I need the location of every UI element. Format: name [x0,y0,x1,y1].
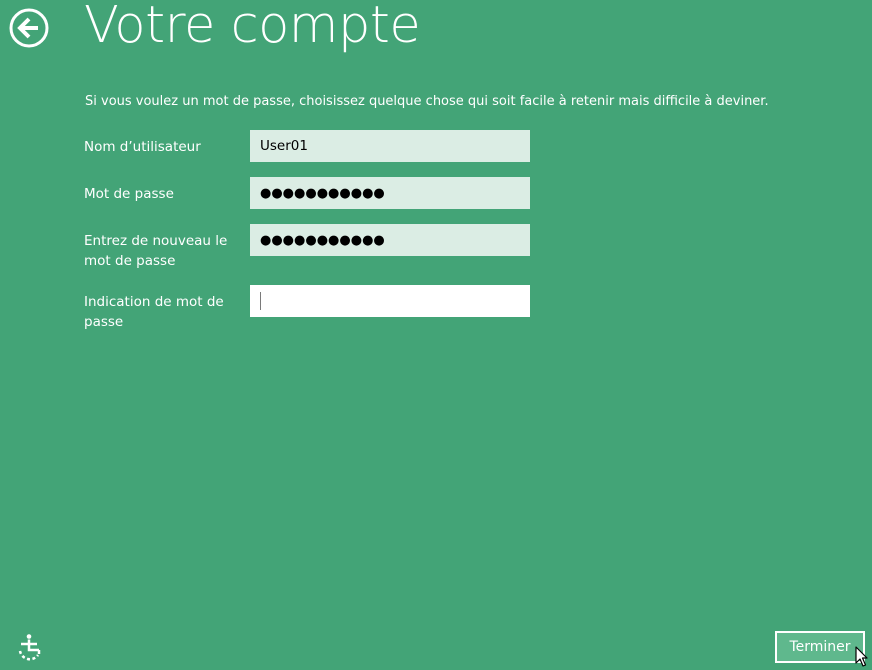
password-field[interactable] [250,177,530,209]
username-field[interactable] [250,130,530,162]
password-hint-field[interactable] [250,285,530,317]
back-arrow-icon[interactable] [9,8,49,48]
ease-of-access-icon[interactable] [16,633,44,661]
confirm-password-field[interactable] [250,224,530,256]
text-caret [260,292,261,310]
finish-button[interactable]: Terminer [775,631,865,663]
confirm-password-label: Entrez de nouveau le mot de passe [84,233,228,269]
password-hint-label: Indication de mot de passe [84,294,224,330]
username-label: Nom d’utilisateur [84,139,201,155]
password-label: Mot de passe [84,186,174,202]
instruction-text: Si vous voulez un mot de passe, choisiss… [85,94,769,109]
page-title: Votre compte [84,0,421,55]
